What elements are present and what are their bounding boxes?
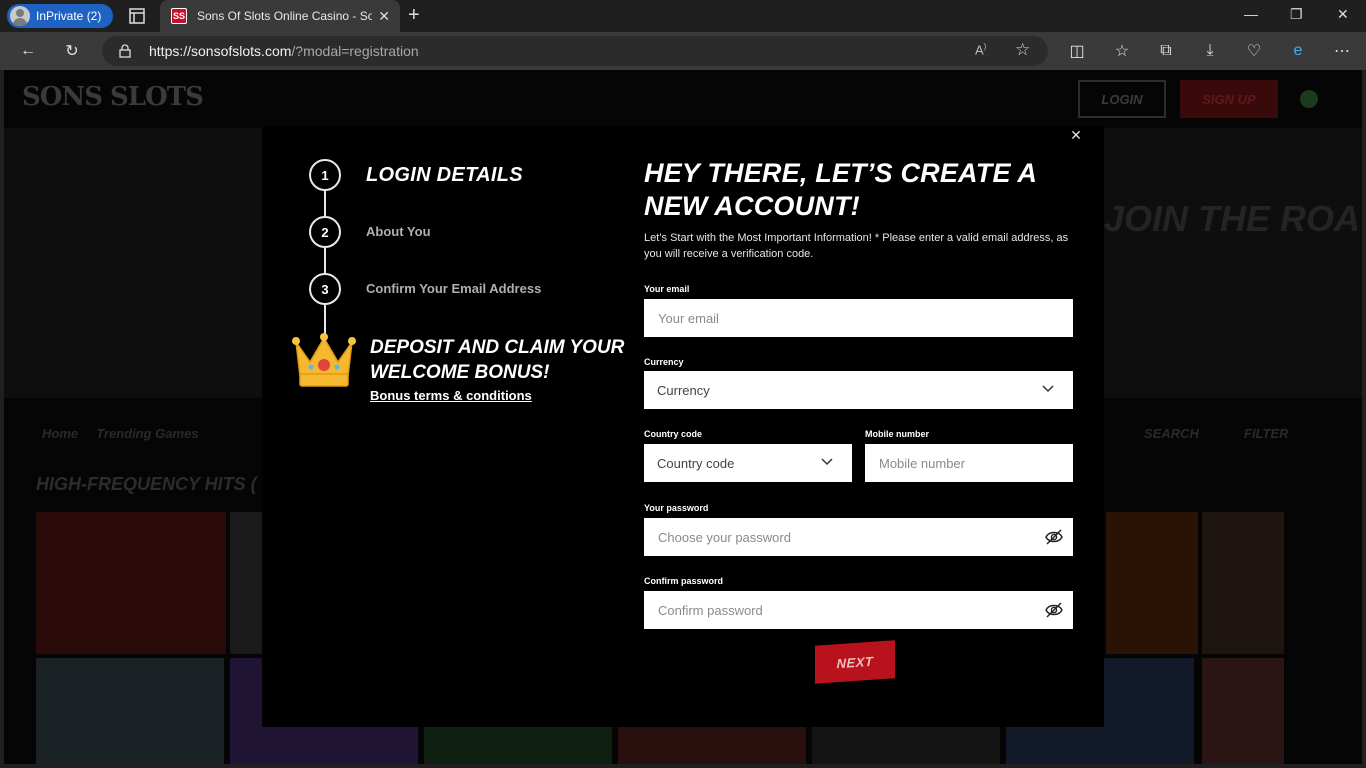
step-connector <box>324 305 326 335</box>
hide-password-icon[interactable] <box>1045 601 1063 619</box>
password-field-box <box>644 518 1073 556</box>
password-label: Your password <box>644 503 709 513</box>
section-title: HIGH-FREQUENCY HITS ( <box>36 474 257 494</box>
game-tile[interactable] <box>36 658 224 764</box>
chevron-down-icon <box>1042 385 1054 393</box>
nav-trending[interactable]: Trending Games <box>96 426 198 441</box>
browser-titlebar: InPrivate (2) SS Sons Of Slots Online Ca… <box>0 0 1366 32</box>
lock-icon <box>119 44 131 58</box>
next-button[interactable]: NEXT <box>815 640 895 684</box>
more-options-icon[interactable]: ⋯ <box>1332 41 1352 61</box>
avatar-icon <box>10 6 30 26</box>
game-tile[interactable] <box>230 512 264 654</box>
inprivate-profile-button[interactable]: InPrivate (2) <box>7 4 113 28</box>
favorites-icon[interactable]: ☆ <box>1112 41 1132 61</box>
game-tile[interactable] <box>1202 512 1284 654</box>
read-aloud-icon[interactable]: A) <box>975 42 986 57</box>
step-1-number: 1 <box>309 159 341 191</box>
step-3-number: 3 <box>309 273 341 305</box>
modal-subtext: Let’s Start with the Most Important Info… <box>644 232 1069 260</box>
browser-essentials-icon[interactable]: ♡ <box>1244 41 1264 61</box>
step-connector <box>324 248 326 276</box>
favicon-icon: SS <box>171 8 187 24</box>
site-search[interactable]: SEARCH <box>1144 426 1199 441</box>
tab-actions-icon[interactable] <box>127 6 147 26</box>
confirm-password-field[interactable] <box>644 591 1073 629</box>
browser-toolbar: ← ↻ https://sonsofslots.com/?modal=regis… <box>0 32 1366 70</box>
step-1-label: LOGIN DETAILS <box>366 164 523 186</box>
split-screen-icon[interactable]: ◫ <box>1067 41 1087 61</box>
email-field[interactable] <box>644 299 1073 337</box>
mobile-label: Mobile number <box>865 429 930 439</box>
close-window-icon[interactable]: ✕ <box>1337 6 1349 23</box>
mobile-field-box <box>865 444 1073 482</box>
tab-title: Sons Of Slots Online Casino - Sons <box>197 9 372 23</box>
modal-heading: HEY THERE, LET’S CREATE A NEW ACCOUNT! <box>644 158 1037 221</box>
globe-icon[interactable] <box>1300 90 1318 108</box>
confirm-password-field-box <box>644 591 1073 629</box>
password-field[interactable] <box>644 518 1073 556</box>
currency-label: Currency <box>644 357 684 367</box>
site-filter[interactable]: FILTER <box>1244 426 1289 441</box>
email-label: Your email <box>644 284 690 294</box>
confirm-password-label: Confirm password <box>644 576 724 586</box>
email-field-box <box>644 299 1073 337</box>
close-icon[interactable]: ✕ <box>1068 127 1084 143</box>
country-code-select[interactable]: Country code <box>644 444 852 482</box>
step-3-label: Confirm Your Email Address <box>366 281 542 296</box>
address-bar[interactable]: https://sonsofslots.com/?modal=registrat… <box>102 36 1048 66</box>
minimize-icon[interactable]: — <box>1244 6 1258 22</box>
mobile-field[interactable] <box>865 444 1073 482</box>
crown-icon <box>292 333 356 387</box>
game-tile[interactable] <box>1106 512 1198 654</box>
nav-home[interactable]: Home <box>42 426 78 441</box>
step-2-number: 2 <box>309 216 341 248</box>
downloads-icon[interactable]: ⤓ <box>1200 41 1220 61</box>
hero-title: JOIN THE ROA <box>1104 198 1361 239</box>
country-code-value: Country code <box>657 456 735 471</box>
site-nav: Home Trending Games <box>42 426 199 441</box>
currency-select[interactable]: Currency <box>644 371 1073 409</box>
restore-icon[interactable]: ❐ <box>1290 6 1303 23</box>
step-connector <box>324 189 326 219</box>
site-login-button[interactable]: LOGIN <box>1078 80 1166 118</box>
new-tab-icon[interactable]: + <box>408 4 420 27</box>
favorite-star-icon[interactable]: ☆ <box>1015 40 1030 60</box>
profile-label: InPrivate (2) <box>36 9 102 23</box>
browser-tab[interactable]: SS Sons Of Slots Online Casino - Sons ✕ <box>160 0 400 32</box>
site-signup-button[interactable]: SIGN UP <box>1180 80 1278 118</box>
step-2-label: About You <box>366 224 431 239</box>
bonus-title: DEPOSIT AND CLAIM YOUR WELCOME BONUS! <box>370 337 625 383</box>
currency-value: Currency <box>657 383 710 398</box>
bonus-terms-link[interactable]: Bonus terms & conditions <box>370 388 532 403</box>
refresh-icon[interactable]: ↻ <box>62 41 82 61</box>
back-icon[interactable]: ← <box>18 41 38 61</box>
game-tile[interactable] <box>36 512 226 654</box>
registration-modal: ✕ 1 LOGIN DETAILS 2 About You 3 Confirm … <box>262 127 1104 727</box>
site-logo[interactable]: SONS SLOTS <box>22 82 204 112</box>
chevron-down-icon <box>821 458 833 466</box>
collections-icon[interactable]: ⧉ <box>1156 41 1176 61</box>
edge-icon[interactable]: e <box>1288 41 1308 61</box>
hide-password-icon[interactable] <box>1045 528 1063 546</box>
country-code-label: Country code <box>644 429 703 439</box>
game-tile[interactable] <box>1202 658 1284 764</box>
url-text: https://sonsofslots.com/?modal=registrat… <box>149 43 419 59</box>
close-tab-icon[interactable]: ✕ <box>378 8 390 25</box>
